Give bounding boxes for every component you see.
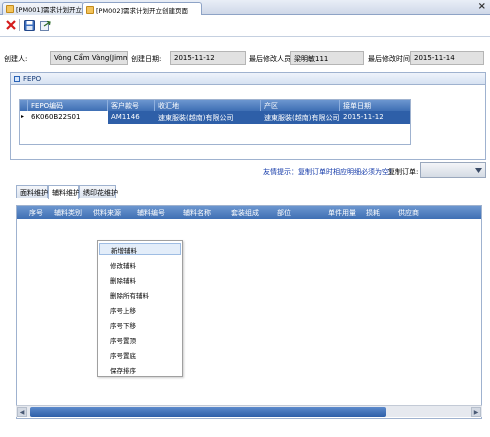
fepo-code-cell[interactable]: 6K060B22S01 — [28, 111, 108, 124]
tab-label: [PM001]需求计划开立 — [16, 6, 83, 14]
hint-text: 友情提示：复制订单时相应明细必须为空！ — [263, 168, 396, 176]
menu-item-move-top[interactable]: 序号置顶 — [99, 333, 181, 345]
fepo-group: FEPO FEPO编码 客户款号 收汇地 产区 接单日期 ▸ 6K060B22S… — [10, 72, 486, 160]
column-header[interactable]: 收汇地 — [155, 100, 261, 111]
menu-item-delete-accessory[interactable]: 删除辅料 — [99, 273, 181, 285]
creator-field[interactable]: Vòng Cẩm Vàng(Jimmy V — [50, 51, 128, 65]
menu-item-save-order[interactable]: 保存排序 — [99, 363, 181, 375]
menu-item-move-down[interactable]: 序号下移 — [99, 318, 181, 330]
accessory-grid: 序号 辅料类别 供料来源 辅料编号 辅料名称 套装组成 部位 单件用量 损耗 供… — [16, 205, 482, 419]
column-header[interactable]: 辅料编号 — [137, 208, 165, 218]
context-menu: 新增辅料 修改辅料 删除辅料 删除所有辅料 序号上移 序号下移 序号置顶 序号置… — [97, 240, 183, 377]
menu-item-edit-accessory[interactable]: 修改辅料 — [99, 258, 181, 270]
row-marker-icon: ▸ — [21, 113, 25, 120]
tab-label: [PM002]需求计划开立创建页面 — [96, 6, 189, 15]
tab-pm001[interactable]: [PM001]需求计划开立 — [2, 2, 84, 15]
column-header[interactable]: 单件用量 — [328, 208, 356, 218]
scroll-right-icon[interactable]: ▶ — [471, 407, 481, 417]
column-header[interactable]: 辅料类别 — [54, 208, 82, 218]
created-date-field[interactable]: 2015-11-12 — [170, 51, 246, 65]
horizontal-scrollbar[interactable]: ◀ ▶ — [16, 405, 482, 417]
fepo-group-header[interactable]: FEPO — [11, 73, 485, 85]
x-icon — [6, 20, 16, 30]
fepo-group-title: FEPO — [23, 74, 42, 83]
column-header[interactable]: 供料来源 — [93, 208, 121, 218]
scroll-left-icon[interactable]: ◀ — [17, 407, 27, 417]
copy-order-dropdown[interactable] — [420, 162, 486, 178]
close-icon[interactable]: × — [478, 1, 486, 12]
order-date-cell[interactable]: 2015-11-12 — [340, 111, 410, 124]
creator-label: 创建人: — [4, 55, 28, 63]
modified-time-field[interactable]: 2015-11-14 — [410, 51, 484, 65]
document-tab-bar: [PM001]需求计划开立 [PM002]需求计划开立创建页面 × — [0, 0, 490, 16]
column-header[interactable]: 接单日期 — [340, 100, 410, 111]
column-header[interactable]: 产区 — [261, 100, 340, 111]
row-header-spacer — [20, 100, 28, 111]
scroll-thumb[interactable] — [30, 407, 386, 417]
accessory-grid-header: 序号 辅料类别 供料来源 辅料编号 辅料名称 套装组成 部位 单件用量 损耗 供… — [17, 206, 481, 219]
table-row[interactable]: ▸ 6K060B22S01 AM1146 速東服裝(越南)有限公司 速東服裝(越… — [20, 111, 410, 124]
copy-order-label: 复制订单: — [388, 168, 419, 176]
save-icon — [23, 19, 35, 31]
region-cell[interactable]: 速東服裝(越南)有限公司 — [261, 111, 340, 124]
fepo-grid: FEPO编码 客户款号 收汇地 产区 接单日期 ▸ 6K060B22S01 AM… — [19, 99, 411, 145]
column-header[interactable]: 损耗 — [366, 208, 380, 218]
modified-time-label: 最后修改时间: — [368, 55, 413, 63]
menu-item-move-bottom[interactable]: 序号置底 — [99, 348, 181, 360]
column-header[interactable]: 部位 — [277, 208, 291, 218]
toolbar — [0, 15, 490, 37]
column-header[interactable]: 辅料名称 — [183, 208, 211, 218]
created-date-label: 创建日期: — [131, 55, 162, 63]
form-icon — [6, 5, 14, 13]
modifier-label: 最后修改人员: — [249, 55, 294, 63]
menu-item-add-accessory[interactable]: 新增辅料 — [99, 243, 181, 255]
export-button[interactable] — [38, 18, 52, 32]
column-header[interactable]: 序号 — [29, 208, 43, 218]
tab-pm002[interactable]: [PM002]需求计划开立创建页面 — [82, 2, 202, 16]
tab-fabric[interactable]: 面料维护 — [16, 185, 48, 198]
toolbar-separator — [19, 19, 20, 31]
modifier-field[interactable]: 梁明敏111 — [290, 51, 364, 65]
remit-place-cell[interactable]: 速東服裝(越南)有限公司 — [155, 111, 261, 124]
tab-embroidery[interactable]: 绣印花维护 — [79, 185, 118, 198]
save-button[interactable] — [22, 18, 36, 32]
column-header[interactable]: FEPO编码 — [28, 100, 108, 111]
fepo-grid-header: FEPO编码 客户款号 收汇地 产区 接单日期 — [20, 100, 410, 111]
collapse-icon[interactable] — [14, 75, 20, 82]
column-header[interactable]: 套装组成 — [231, 208, 259, 218]
export-icon — [39, 20, 51, 31]
customer-style-cell[interactable]: AM1146 — [108, 111, 155, 124]
delete-button[interactable] — [4, 18, 18, 32]
chevron-down-icon — [475, 168, 482, 173]
tab-accessory[interactable]: 辅料维护 — [48, 185, 80, 199]
menu-item-delete-all-accessories[interactable]: 删除所有辅料 — [99, 288, 181, 300]
column-header[interactable]: 供应商 — [398, 208, 419, 218]
menu-item-move-up[interactable]: 序号上移 — [99, 303, 181, 315]
column-header[interactable]: 客户款号 — [108, 100, 155, 111]
form-icon — [86, 5, 94, 14]
